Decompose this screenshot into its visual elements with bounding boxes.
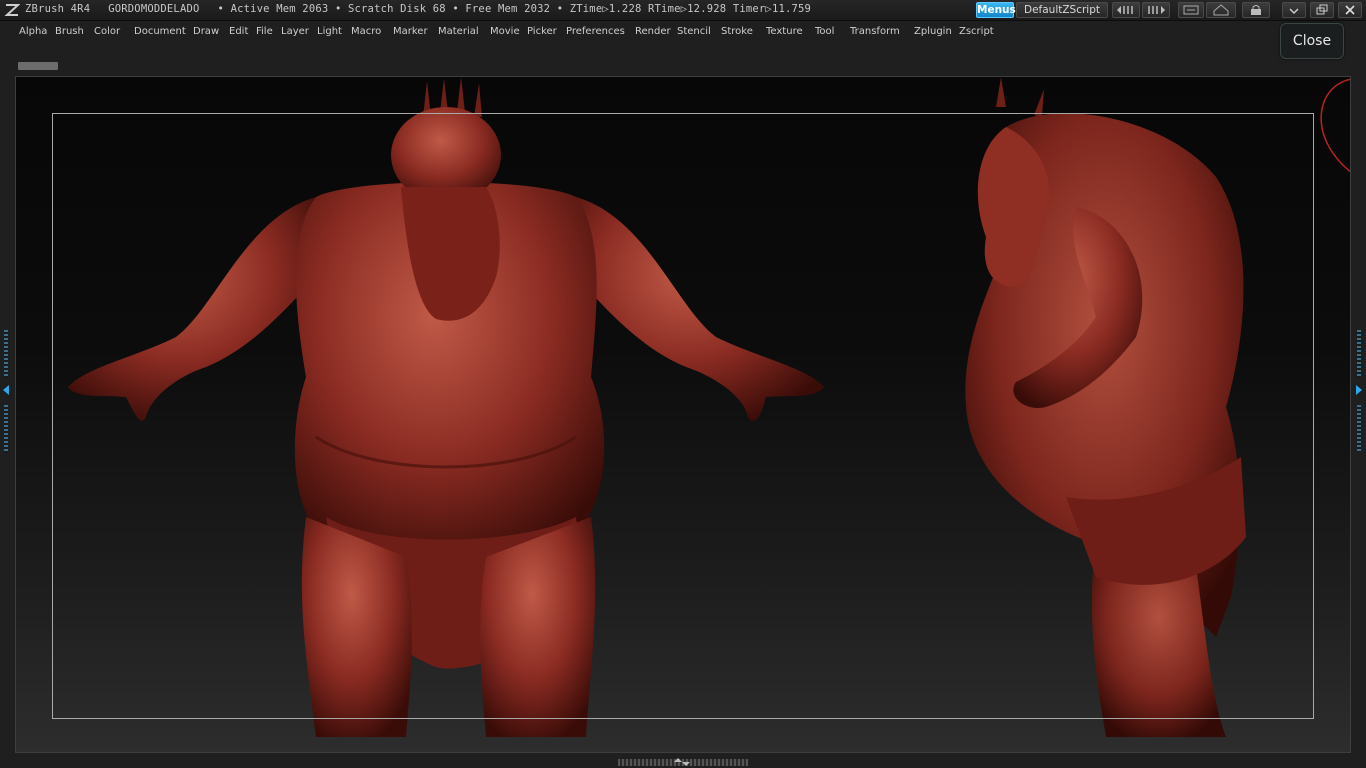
right-tray-handle[interactable]: [1356, 330, 1362, 460]
menu-movie[interactable]: Movie: [490, 26, 520, 37]
menu-layer[interactable]: Layer: [281, 26, 309, 37]
close-window-icon: [1345, 5, 1355, 15]
help-icon: [1183, 5, 1199, 15]
help-button[interactable]: [1178, 2, 1204, 18]
app-name: ZBrush 4R4: [25, 3, 91, 15]
menu-zscript[interactable]: Zscript: [959, 26, 994, 37]
restore-icon: [1316, 4, 1328, 15]
lock-button[interactable]: [1242, 2, 1270, 18]
free-mem: • Free Mem 2032: [452, 3, 551, 15]
restore-button[interactable]: [1310, 2, 1334, 18]
dock-right-button[interactable]: [1142, 2, 1170, 18]
minimize-icon: [1289, 8, 1299, 15]
close-window-button[interactable]: [1338, 2, 1362, 18]
left-tray-handle[interactable]: [3, 330, 9, 460]
menu-edit[interactable]: Edit: [229, 26, 248, 37]
menu-alpha[interactable]: Alpha: [19, 26, 47, 37]
menu-light[interactable]: Light: [317, 26, 342, 37]
menu-transform[interactable]: Transform: [850, 26, 900, 37]
menus-toggle-button[interactable]: Menus: [976, 2, 1016, 18]
timer: Timer▷11.759: [732, 3, 812, 15]
expand-right-icon: [1356, 385, 1362, 395]
menu-document[interactable]: Document: [134, 26, 186, 37]
menu-texture[interactable]: Texture: [766, 26, 803, 37]
dock-left-icon: [1117, 6, 1133, 14]
main-menu-bar: Alpha Brush Color Document Draw Edit Fil…: [0, 21, 1366, 43]
document-frame: [52, 113, 1314, 719]
menu-macro[interactable]: Macro: [351, 26, 381, 37]
canvas-tab-handle[interactable]: [18, 62, 58, 70]
menu-file[interactable]: File: [256, 26, 273, 37]
menu-picker[interactable]: Picker: [527, 26, 557, 37]
title-bar: ZBrush 4R4 GORDOMODDELADO • Active Mem 206…: [0, 0, 1366, 21]
menu-brush[interactable]: Brush: [55, 26, 84, 37]
close-button[interactable]: Close: [1280, 23, 1344, 59]
scratch-disk: • Scratch Disk 68: [334, 3, 446, 15]
rotation-gizmo[interactable]: [1320, 78, 1351, 173]
dock-right-icon: [1148, 6, 1165, 14]
expand-left-icon: [3, 385, 9, 395]
status-readout: ZBrush 4R4 GORDOMODDELADO • Active Mem 206…: [25, 3, 811, 15]
ztime: • ZTime▷1.228: [556, 3, 642, 15]
rtime: RTime▷12.928: [648, 3, 727, 15]
home-button[interactable]: [1206, 2, 1236, 18]
menu-color[interactable]: Color: [94, 26, 120, 37]
menu-marker[interactable]: Marker: [393, 26, 428, 37]
menu-draw[interactable]: Draw: [193, 26, 219, 37]
document-canvas[interactable]: [15, 76, 1351, 753]
default-zscript-button[interactable]: DefaultZScript: [1016, 2, 1108, 18]
document-name: GORDOMODDELADO: [108, 3, 200, 15]
menu-zplugin[interactable]: Zplugin: [914, 26, 952, 37]
menu-tool[interactable]: Tool: [815, 26, 834, 37]
zbrush-logo-icon: [4, 4, 20, 16]
menu-stencil[interactable]: Stencil: [677, 26, 711, 37]
menu-stroke[interactable]: Stroke: [721, 26, 753, 37]
menu-preferences[interactable]: Preferences: [566, 26, 625, 37]
expand-bottom-icon[interactable]: [672, 757, 692, 767]
menu-material[interactable]: Material: [438, 26, 479, 37]
active-mem: • Active Mem 2063: [217, 3, 329, 15]
minimize-button[interactable]: [1282, 2, 1306, 18]
menu-render[interactable]: Render: [635, 26, 671, 37]
lock-icon: [1251, 5, 1261, 15]
home-icon: [1213, 4, 1229, 16]
dock-left-button[interactable]: [1112, 2, 1140, 18]
